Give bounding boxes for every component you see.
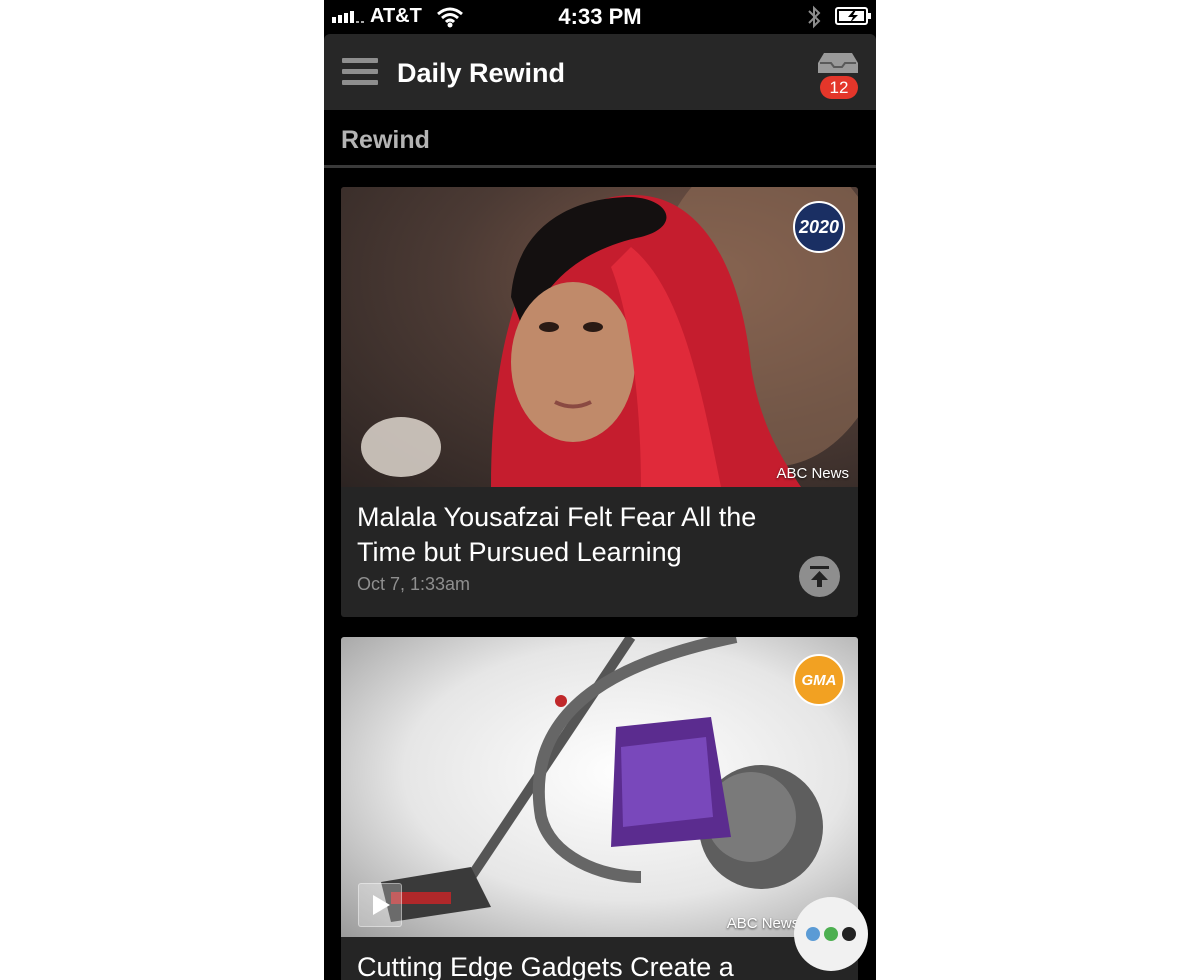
- section-divider: [324, 165, 876, 168]
- blue-dot-icon: [806, 927, 820, 941]
- battery-icon: [835, 7, 871, 25]
- story-card[interactable]: GMA ABC News Videos Cutting Edge Gadgets…: [341, 637, 858, 980]
- vacuum-photo: [381, 637, 823, 922]
- upload-arrow-icon: [810, 566, 829, 587]
- play-icon: [373, 895, 390, 915]
- hamburger-menu-icon[interactable]: [342, 58, 378, 86]
- story-thumbnail[interactable]: 2020 ABC News: [341, 187, 858, 487]
- app-header: Daily Rewind 12: [324, 34, 876, 110]
- story-thumbnail[interactable]: GMA ABC News Videos: [341, 637, 858, 937]
- dark-dot-icon: [842, 927, 856, 941]
- story-date: Oct 7, 1:33am: [357, 574, 471, 594]
- story-headline[interactable]: Cutting Edge Gadgets Create a: [357, 950, 837, 980]
- phone-screen: AT&T 4:33 PM Daily Rewind 12 Rewind 2020…: [324, 0, 876, 980]
- source-2020-logo: 2020: [793, 201, 845, 253]
- source-gma-logo: GMA: [793, 654, 845, 706]
- inbox-tray-icon: [818, 53, 858, 73]
- bluetooth-icon: [808, 5, 821, 29]
- page-title: Daily Rewind: [397, 58, 566, 88]
- inbox-count-badge: 12: [820, 76, 858, 99]
- share-button[interactable]: [799, 556, 840, 597]
- play-button[interactable]: [358, 883, 402, 927]
- story-card[interactable]: 2020 ABC News Malala Yousafzai Felt Fear…: [341, 187, 858, 617]
- clock-time: 4:33 PM: [558, 4, 642, 29]
- section-title: Rewind: [341, 126, 430, 154]
- source-label: ABC News: [776, 465, 849, 482]
- story-headline[interactable]: Malala Yousafzai Felt Fear All the Time …: [357, 500, 797, 570]
- inbox-button[interactable]: 12: [816, 51, 860, 101]
- more-options-button[interactable]: [794, 897, 868, 971]
- section-header: Rewind: [324, 110, 876, 168]
- green-dot-icon: [824, 927, 838, 941]
- portrait-photo: [361, 187, 858, 487]
- status-bar: AT&T 4:33 PM: [324, 0, 876, 34]
